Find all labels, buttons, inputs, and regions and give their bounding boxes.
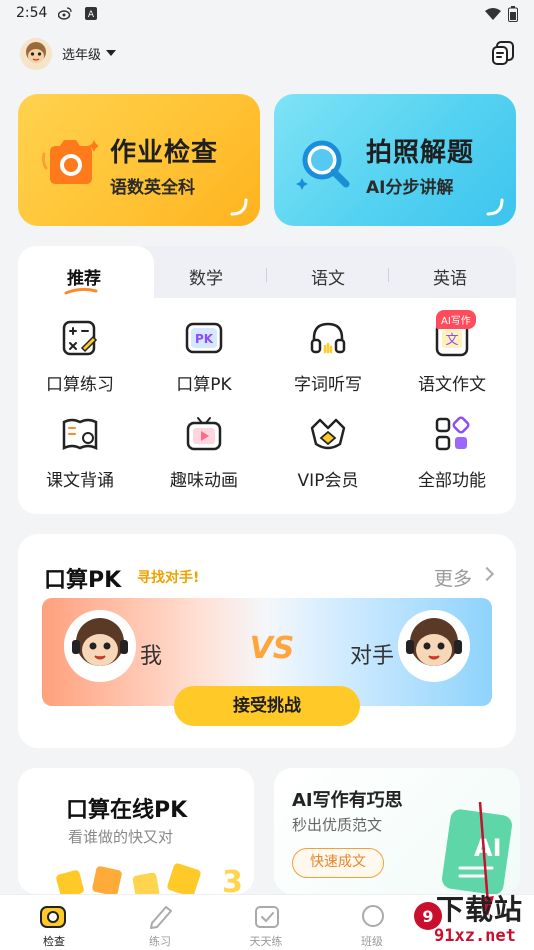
tab-math[interactable]: 数学 (156, 264, 256, 289)
tab-divider (388, 268, 389, 282)
ai-writing-badge: AI写作 (436, 310, 476, 329)
homework-check-subtitle: 语数英全科 (110, 178, 195, 198)
feature-oral-calc[interactable]: 口算练习 (18, 314, 142, 404)
pk-section: 口算PK 寻找对手! 更多 我 VS 对手 接受挑战 (18, 534, 516, 748)
status-time: 2:54 (16, 5, 48, 21)
feature-label: 字词听写 (294, 375, 362, 395)
pk-me-label: 我 (140, 644, 163, 669)
caret-down-icon[interactable] (106, 50, 116, 56)
feature-label: 语文作文 (418, 375, 486, 395)
photo-solve-card[interactable]: 拍照解题 AI分步讲解 (274, 94, 516, 226)
online-pk-subtitle: 看谁做的快又对 (68, 828, 174, 846)
svg-text:文: 文 (445, 333, 458, 348)
corner-swirl-icon (486, 198, 504, 216)
wrong-question-book-icon[interactable] (490, 40, 516, 66)
nav-check[interactable]: 检查 (4, 895, 104, 950)
feature-label: 课文背诵 (46, 471, 114, 491)
feature-oral-pk[interactable]: PK 口算PK (142, 314, 266, 404)
svg-text:VS: VS (250, 631, 295, 666)
feature-all[interactable]: 全部功能 (390, 410, 514, 500)
tab-chinese[interactable]: 语文 (278, 264, 378, 289)
nav-practice[interactable]: 练习 (110, 895, 210, 950)
pk-opponent-label: 对手 (349, 644, 394, 669)
status-bar: 2:54 A (0, 0, 534, 28)
blocks-illustration-icon: 3 (56, 863, 243, 894)
tab-divider (266, 268, 267, 282)
tab-underline-icon (64, 287, 98, 295)
status-icons (484, 6, 518, 22)
calc-practice-icon (62, 320, 98, 356)
wifi-icon (485, 8, 501, 20)
battery-icon (508, 6, 518, 22)
online-pk-title: 口算在线PK (66, 798, 188, 823)
camera-nav-icon (40, 906, 66, 928)
nav-label: 练习 (149, 935, 171, 948)
photo-solve-subtitle: AI分步讲解 (366, 178, 454, 198)
feature-label: 口算练习 (46, 375, 114, 395)
feature-label: 全部功能 (418, 471, 486, 491)
ai-writing-subtitle: 秒出优质范文 (292, 816, 383, 834)
calendar-check-nav-icon (255, 906, 279, 928)
feature-label: VIP会员 (297, 471, 359, 491)
pencil-nav-icon (150, 906, 172, 929)
nav-class[interactable]: 班级 (322, 895, 422, 950)
class-nav-icon (362, 905, 384, 927)
accept-challenge-button[interactable]: 接受挑战 (174, 686, 360, 726)
pk-tag: 寻找对手! (137, 570, 200, 586)
homework-check-card[interactable]: 作业检查 语数英全科 (18, 94, 260, 226)
online-pk-card[interactable]: 口算在线PK 看谁做的快又对 3 (18, 768, 254, 894)
feature-vip[interactable]: VIP会员 (266, 410, 390, 500)
watermark-url: 91xz.net (434, 926, 516, 946)
homework-check-title: 作业检查 (110, 138, 219, 168)
grade-selector[interactable]: 选年级 (62, 44, 101, 63)
nav-label: 班级 (361, 935, 383, 948)
nav-label: 天天练 (249, 935, 283, 948)
pk-title: 口算PK (44, 568, 122, 593)
vs-icon: VS (250, 631, 295, 666)
weibo-icon (58, 7, 72, 20)
tab-english[interactable]: 英语 (400, 264, 500, 289)
monkey-avatar-icon (398, 610, 470, 682)
feature-dictation[interactable]: 字词听写 (266, 314, 390, 404)
recite-book-icon (62, 418, 98, 451)
svg-text:A: A (88, 10, 95, 20)
animation-tv-icon (186, 417, 222, 451)
vip-crown-icon (310, 418, 346, 450)
pk-more-link[interactable]: 更多 (434, 564, 472, 591)
all-features-icon (435, 416, 470, 451)
pk-icon: PK (185, 322, 223, 354)
magnifier-icon (296, 140, 350, 190)
top-bar: 选年级 (0, 28, 534, 80)
monkey-avatar-icon (64, 610, 136, 682)
nav-daily[interactable]: 天天练 (216, 895, 316, 950)
headphones-icon (310, 322, 346, 354)
chevron-right-icon[interactable] (479, 566, 495, 582)
avatar[interactable] (20, 38, 52, 70)
feature-recite[interactable]: 课文背诵 (18, 410, 142, 500)
svg-text:9: 9 (422, 907, 433, 926)
feature-animation[interactable]: 趣味动画 (142, 410, 266, 500)
opponent-avatar (398, 610, 470, 682)
camera-icon (41, 140, 98, 184)
feature-panel: 推荐 数学 语文 英语 口算练习 PK 口算PK 字词听写 文 语文作文 课文背… (18, 246, 516, 514)
ai-writing-title: AI写作有巧思 (292, 790, 403, 811)
notification-a-icon: A (85, 7, 97, 20)
svg-text:PK: PK (195, 332, 214, 346)
feature-label: 趣味动画 (170, 471, 238, 491)
corner-swirl-icon (230, 198, 248, 216)
my-avatar (64, 610, 136, 682)
nav-label: 检查 (43, 935, 65, 948)
watermark-text: 下载站 (436, 893, 524, 926)
photo-solve-title: 拍照解题 (366, 138, 475, 168)
tab-recommend[interactable]: 推荐 (34, 264, 134, 289)
quick-write-button[interactable]: 快速成文 (292, 848, 384, 878)
feature-label: 口算PK (176, 375, 232, 395)
monkey-avatar-icon (20, 38, 52, 70)
svg-text:3: 3 (222, 865, 243, 894)
